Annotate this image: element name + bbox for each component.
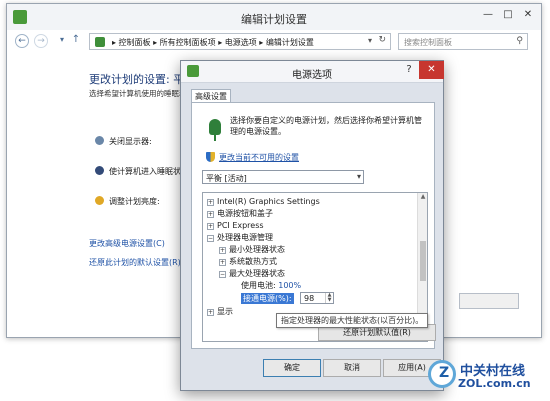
panel-description: 选择你要自定义的电源计划，然后选择你希望计算机管理的电源设置。 [230, 116, 422, 136]
close-window-button[interactable]: ✕ [521, 8, 535, 22]
chevron-down-icon[interactable]: ▾ [357, 172, 361, 181]
search-input[interactable]: 搜索控制面板 ⚲ [398, 33, 528, 50]
zol-logo-icon: Z [428, 360, 456, 388]
display-icon [95, 136, 104, 145]
address-breadcrumb[interactable]: ▸ 控制面板 ▸ 所有控制面板项 ▸ 电源选项 ▸ 编辑计划设置 [112, 37, 314, 48]
battery-value[interactable]: 100% [278, 281, 301, 290]
search-icon[interactable]: ⚲ [516, 36, 523, 46]
watermark-en: ZOL.com.cn [458, 377, 531, 390]
tree-item-display[interactable]: + 显示 [207, 306, 233, 317]
scroll-up-icon[interactable]: ▲ [418, 193, 427, 203]
expand-icon[interactable]: + [207, 211, 214, 218]
ok-button[interactable]: 确定 [263, 359, 321, 377]
cancel-button[interactable]: 取消 [323, 359, 381, 377]
tree-item-min-processor-state[interactable]: + 最小处理器状态 [219, 244, 285, 255]
tree-item-cooling-policy[interactable]: + 系统散热方式 [219, 256, 277, 267]
tab-advanced-settings[interactable]: 高级设置 [191, 89, 231, 103]
power-plan-select[interactable]: 平衡 [活动] ▾ [202, 170, 364, 184]
minimize-button[interactable]: — [481, 8, 495, 22]
dialog-titlebar: 电源选项 ? ✕ [181, 61, 444, 83]
change-unavailable-settings-link[interactable]: 更改当前不可用的设置 [219, 152, 299, 163]
scroll-thumb[interactable] [420, 241, 426, 281]
sun-icon [95, 196, 104, 205]
restore-plan-defaults-link[interactable]: 还原此计划的默认设置(R) [89, 257, 181, 268]
back-arrow-icon[interactable]: ← [15, 34, 29, 48]
expand-icon[interactable]: + [207, 223, 214, 230]
expand-icon[interactable]: + [207, 309, 214, 316]
maximize-button[interactable]: □ [501, 8, 515, 22]
control-panel-small-icon [95, 37, 105, 47]
sleep-setting: 使计算机进入睡眠状态: [95, 166, 192, 177]
collapse-icon[interactable]: − [219, 271, 226, 278]
power-plug-icon [206, 119, 224, 141]
background-action-button[interactable] [459, 293, 519, 309]
spin-arrows-icon[interactable]: ▲ ▼ [325, 293, 333, 303]
advanced-power-settings-link[interactable]: 更改高级电源设置(C) [89, 238, 165, 249]
refresh-icon[interactable]: ↻ [378, 35, 386, 45]
tree-item-power-buttons-lid[interactable]: + 电源按钮和盖子 [207, 208, 273, 219]
tooltip: 指定处理器的最大性能状态(以百分比)。 [276, 313, 429, 328]
power-plan-value: 平衡 [活动] [206, 174, 247, 183]
uac-shield-icon [206, 152, 215, 162]
window-titlebar: 编辑计划设置 — □ ✕ [7, 4, 541, 30]
recent-pages-chevron-icon[interactable]: ▾ [55, 34, 69, 48]
moon-icon [95, 166, 104, 175]
address-dropdown-icon[interactable]: ▾ [368, 36, 372, 45]
address-bar[interactable]: ▸ 控制面板 ▸ 所有控制面板项 ▸ 电源选项 ▸ 编辑计划设置 ▾ ↻ [89, 33, 391, 50]
tree-item-max-processor-state[interactable]: − 最大处理器状态 [219, 268, 285, 279]
up-arrow-icon[interactable]: ↑ [69, 34, 83, 48]
expand-icon[interactable]: + [219, 259, 226, 266]
plugged-in-value-stepper[interactable]: 98 ▲ ▼ [300, 292, 334, 304]
plugged-in-value[interactable]: 98 [304, 294, 314, 303]
help-button[interactable]: ? [403, 64, 415, 75]
expand-icon[interactable]: + [207, 199, 214, 206]
power-options-dialog: 电源选项 ? ✕ 高级设置 选择你要自定义的电源计划，然后选择你希望计算机管理的… [180, 60, 444, 391]
battery-setting-row[interactable]: 使用电池: 100% [241, 280, 301, 291]
window-title: 编辑计划设置 [241, 13, 307, 26]
advanced-settings-panel: 选择你要自定义的电源计划，然后选择你希望计算机管理的电源设置。 更改当前不可用的… [191, 102, 435, 349]
forward-arrow-icon[interactable]: → [34, 34, 48, 48]
brightness-setting: 调整计划亮度: [95, 196, 160, 207]
turn-off-display-setting: 关闭显示器: [95, 136, 152, 147]
search-placeholder: 搜索控制面板 [404, 38, 452, 47]
tree-item-intel-graphics[interactable]: + Intel(R) Graphics Settings [207, 196, 320, 207]
expand-icon[interactable]: + [219, 247, 226, 254]
battery-label: 使用电池: [241, 281, 276, 290]
plugged-in-label: 接通电源(%): [241, 293, 294, 304]
collapse-icon[interactable]: − [207, 235, 214, 242]
dialog-close-button[interactable]: ✕ [419, 61, 444, 79]
tree-item-pci-express[interactable]: + PCI Express [207, 220, 264, 231]
tree-item-processor-power-management[interactable]: − 处理器电源管理 [207, 232, 273, 243]
